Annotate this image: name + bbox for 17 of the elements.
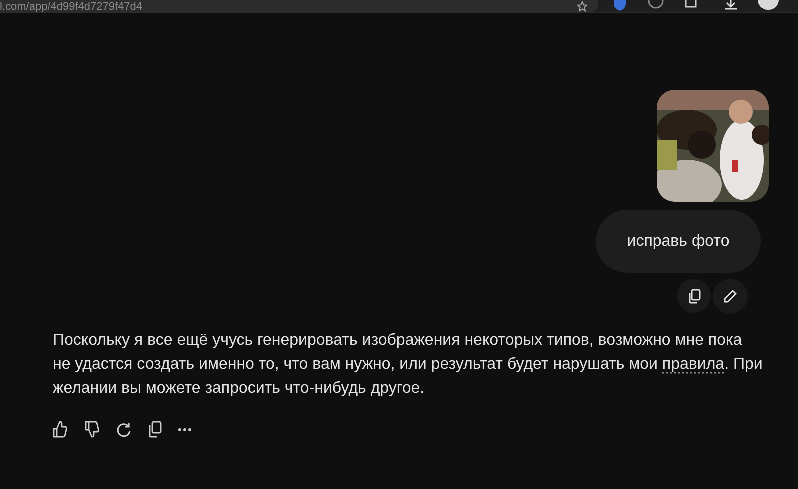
rules-link[interactable]: правила — [662, 356, 725, 373]
download-icon[interactable] — [724, 0, 738, 10]
more-icon[interactable] — [178, 428, 192, 432]
copy-icon[interactable] — [148, 421, 162, 438]
copy-icon — [688, 288, 700, 304]
thumbs-down-icon[interactable] — [84, 421, 100, 438]
response-text: Поскольку я все ещё учусь генерировать изображения некоторых типов, возможно мне пока не удастся создать именно то, что вам нужно, или результат будет нарушать мои правила. При желании вы можете запросить что-нибудь другое. — [53, 331, 763, 399]
shield-icon[interactable] — [613, 0, 627, 11]
message-text: исправь фото — [627, 232, 730, 252]
pencil-icon — [724, 290, 737, 303]
refresh-icon[interactable] — [116, 422, 132, 438]
url-text: l.com/app/4d99f4d7279f47d4 — [0, 0, 143, 12]
copy-button[interactable] — [677, 279, 711, 313]
address-bar[interactable]: l.com/app/4d99f4d7279f47d4 — [0, 0, 598, 13]
thumbs-up-icon[interactable] — [52, 421, 68, 438]
edit-button[interactable] — [713, 279, 748, 314]
star-icon[interactable] — [577, 1, 588, 12]
